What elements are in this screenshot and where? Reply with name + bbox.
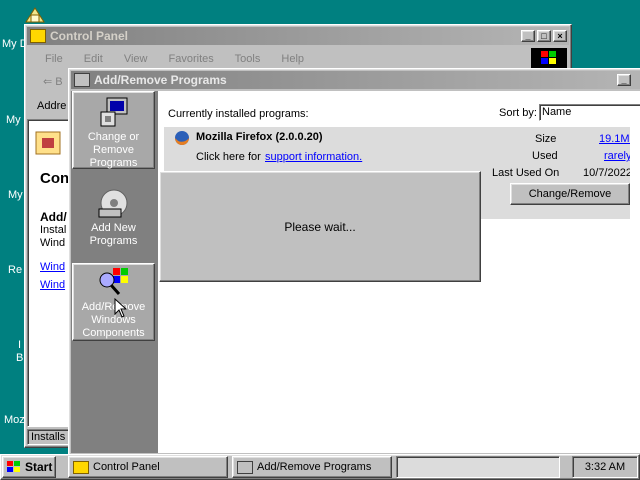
installed-programs-label: Currently installed programs: [168, 108, 309, 120]
please-wait-message: Please wait... [284, 220, 356, 234]
control-panel-side-line2: Wind [40, 237, 66, 249]
sidebar-item-add-new-label: Add New Programs [89, 222, 138, 247]
desktop-label-internet-explorer[interactable]: I [18, 339, 21, 351]
control-panel-heading: Con [40, 170, 70, 187]
firefox-icon [175, 131, 189, 145]
support-prefix: Click here for [196, 151, 261, 163]
taskbar-item-control-panel[interactable]: Control Panel [68, 456, 228, 478]
taskbar-control-panel-icon [73, 460, 89, 474]
control-panel-link-1[interactable]: Wind [40, 261, 65, 273]
maximize-button[interactable]: □ [537, 30, 551, 42]
menu-view[interactable]: View [124, 53, 148, 65]
menu-edit[interactable]: Edit [84, 53, 103, 65]
addremove-sidebar: Change or Remove Programs Add New Progra… [71, 91, 158, 453]
control-panel-titlebar[interactable]: Control Panel _ □ × [27, 27, 569, 45]
addremove-scrollbar[interactable] [630, 127, 640, 453]
control-panel-link-2[interactable]: Wind [40, 279, 65, 291]
taskbar-addremove-icon [237, 460, 253, 474]
menu-favorites[interactable]: Favorites [169, 53, 214, 65]
add-new-programs-icon [98, 189, 127, 218]
windows-components-icon [99, 268, 128, 295]
please-wait-dialog: Please wait... [159, 171, 481, 282]
sidebar-item-add-new[interactable]: Add New Programs [72, 187, 155, 257]
taskbar-addremove-label: Add/Remove Programs [257, 461, 372, 473]
addremove-minimize-button[interactable]: _ [617, 74, 631, 86]
desktop-icon-top[interactable] [22, 4, 48, 24]
minimize-button[interactable]: _ [521, 30, 535, 42]
change-remove-programs-icon [100, 97, 127, 127]
control-panel-header-icon [34, 128, 64, 158]
change-remove-button[interactable]: Change/Remove [510, 183, 630, 205]
address-label: Addre [37, 100, 67, 112]
taskbar-empty-slot [396, 456, 560, 478]
start-windows-logo-icon [7, 461, 20, 472]
start-label: Start [25, 460, 53, 474]
addremove-title: Add/Remove Programs [94, 73, 227, 87]
control-panel-menubar: File Edit View Favorites Tools Help [45, 53, 322, 65]
close-button[interactable]: × [553, 30, 567, 42]
used-label: Used [532, 150, 558, 162]
control-panel-side-title: Add/ [40, 210, 67, 224]
back-arrow-icon: ⇐ [43, 76, 56, 88]
desktop-label-recycle-bin[interactable]: Re [8, 264, 22, 276]
sort-by-value: Name [542, 106, 572, 118]
sort-by-select[interactable]: Name [539, 104, 640, 121]
desktop-label-my-network[interactable]: My [8, 189, 23, 201]
size-label: Size [535, 133, 557, 145]
support-info-link[interactable]: support information. [265, 151, 362, 163]
menu-help[interactable]: Help [281, 53, 304, 65]
sidebar-item-change-remove[interactable]: Change or Remove Programs [72, 91, 155, 169]
addremove-titlebar[interactable]: Add/Remove Programs _ [71, 71, 640, 89]
system-tray-clock[interactable]: 3:32 AM [572, 456, 638, 478]
taskbar-item-addremove[interactable]: Add/Remove Programs [232, 456, 392, 478]
addremove-title-icon [74, 73, 90, 87]
menu-tools[interactable]: Tools [235, 53, 261, 65]
control-panel-title: Control Panel [50, 29, 129, 43]
back-button[interactable]: ⇐ B [43, 75, 63, 88]
taskbar-control-panel-label: Control Panel [93, 461, 160, 473]
control-panel-side-line1: Instal [40, 224, 67, 236]
control-panel-icon [30, 29, 46, 43]
used-value[interactable]: rarely [604, 150, 632, 162]
mouse-cursor-icon [114, 298, 128, 318]
windows-logo-icon [531, 48, 567, 68]
start-button[interactable]: Start [2, 456, 56, 478]
sort-by-label: Sort by: [499, 107, 537, 119]
desktop-label-b[interactable]: B [16, 352, 23, 364]
program-name: Mozilla Firefox (2.0.0.20) [196, 131, 323, 143]
desktop-label-my-computer[interactable]: My [6, 114, 21, 126]
menu-file[interactable]: File [45, 53, 63, 65]
last-used-label: Last Used On [492, 167, 560, 179]
last-used-value: 10/7/2022 [583, 167, 632, 179]
sidebar-item-change-remove-label: Change or Remove Programs [87, 131, 140, 169]
